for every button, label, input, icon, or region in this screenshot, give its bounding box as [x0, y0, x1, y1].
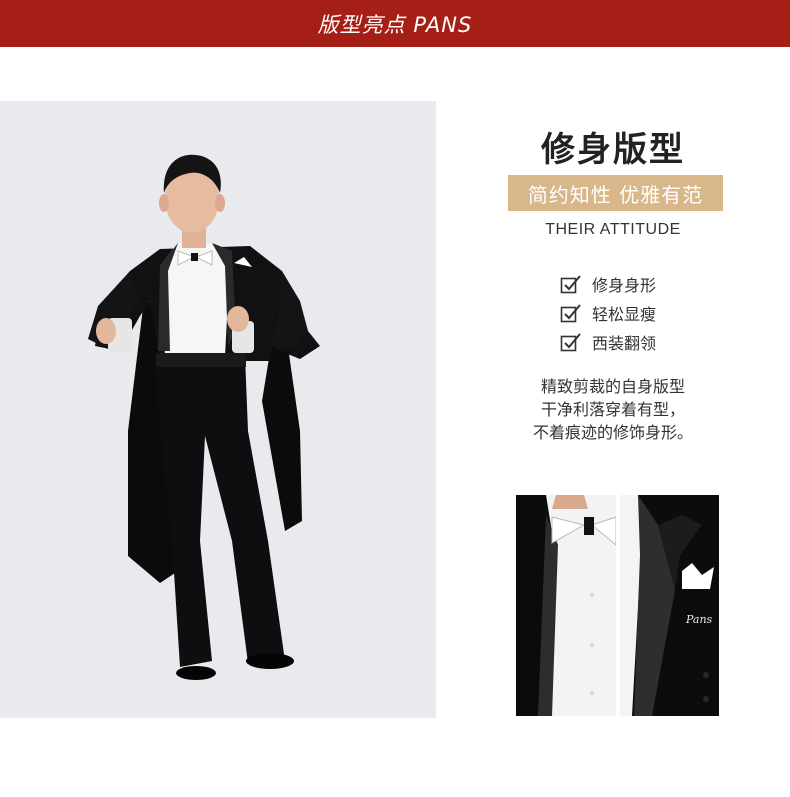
description-line: 精致剪裁的自身版型 — [540, 377, 685, 396]
feature-list: 修身身形 轻松显瘦 西装翻领 — [560, 269, 656, 356]
feature-label: 修身身形 — [592, 275, 657, 295]
checkbox-check-icon — [560, 303, 581, 322]
lapel-closeup-illustration: Pans — [620, 495, 719, 716]
tailsuit-model-illustration — [88, 154, 320, 680]
pocket-logo-text: Pans — [685, 613, 713, 626]
tagline-text: 简约知性 优雅有范 — [527, 182, 704, 207]
feature-label: 轻松显瘦 — [592, 304, 657, 324]
checkbox-check-icon — [560, 332, 581, 351]
model-photo — [0, 101, 436, 718]
banner-title: 版型亮点 PANS — [317, 12, 473, 37]
feature-item: 西装翻领 — [560, 327, 656, 356]
detail-photo-bowtie — [516, 495, 616, 716]
tagline-banner: 简约知性 优雅有范 — [508, 175, 723, 211]
feature-label: 西装翻领 — [592, 333, 657, 353]
feature-item: 轻松显瘦 — [560, 298, 656, 327]
checkbox-check-icon — [560, 274, 581, 293]
description-line: 不着痕迹的修饰身形。 — [532, 423, 693, 442]
bowtie-closeup-illustration — [516, 495, 616, 716]
subheading: THEIR ATTITUDE — [545, 221, 681, 238]
description-line: 干净利落穿着有型， — [540, 400, 685, 419]
detail-photo-lapel: Pans — [620, 495, 719, 716]
feature-item: 修身身形 — [560, 269, 656, 298]
top-banner: 版型亮点 PANS — [0, 0, 790, 47]
description: 精致剪裁的自身版型 干净利落穿着有型， 不着痕迹的修饰身形。 — [436, 375, 790, 444]
section-heading: 修身版型 — [541, 130, 685, 170]
